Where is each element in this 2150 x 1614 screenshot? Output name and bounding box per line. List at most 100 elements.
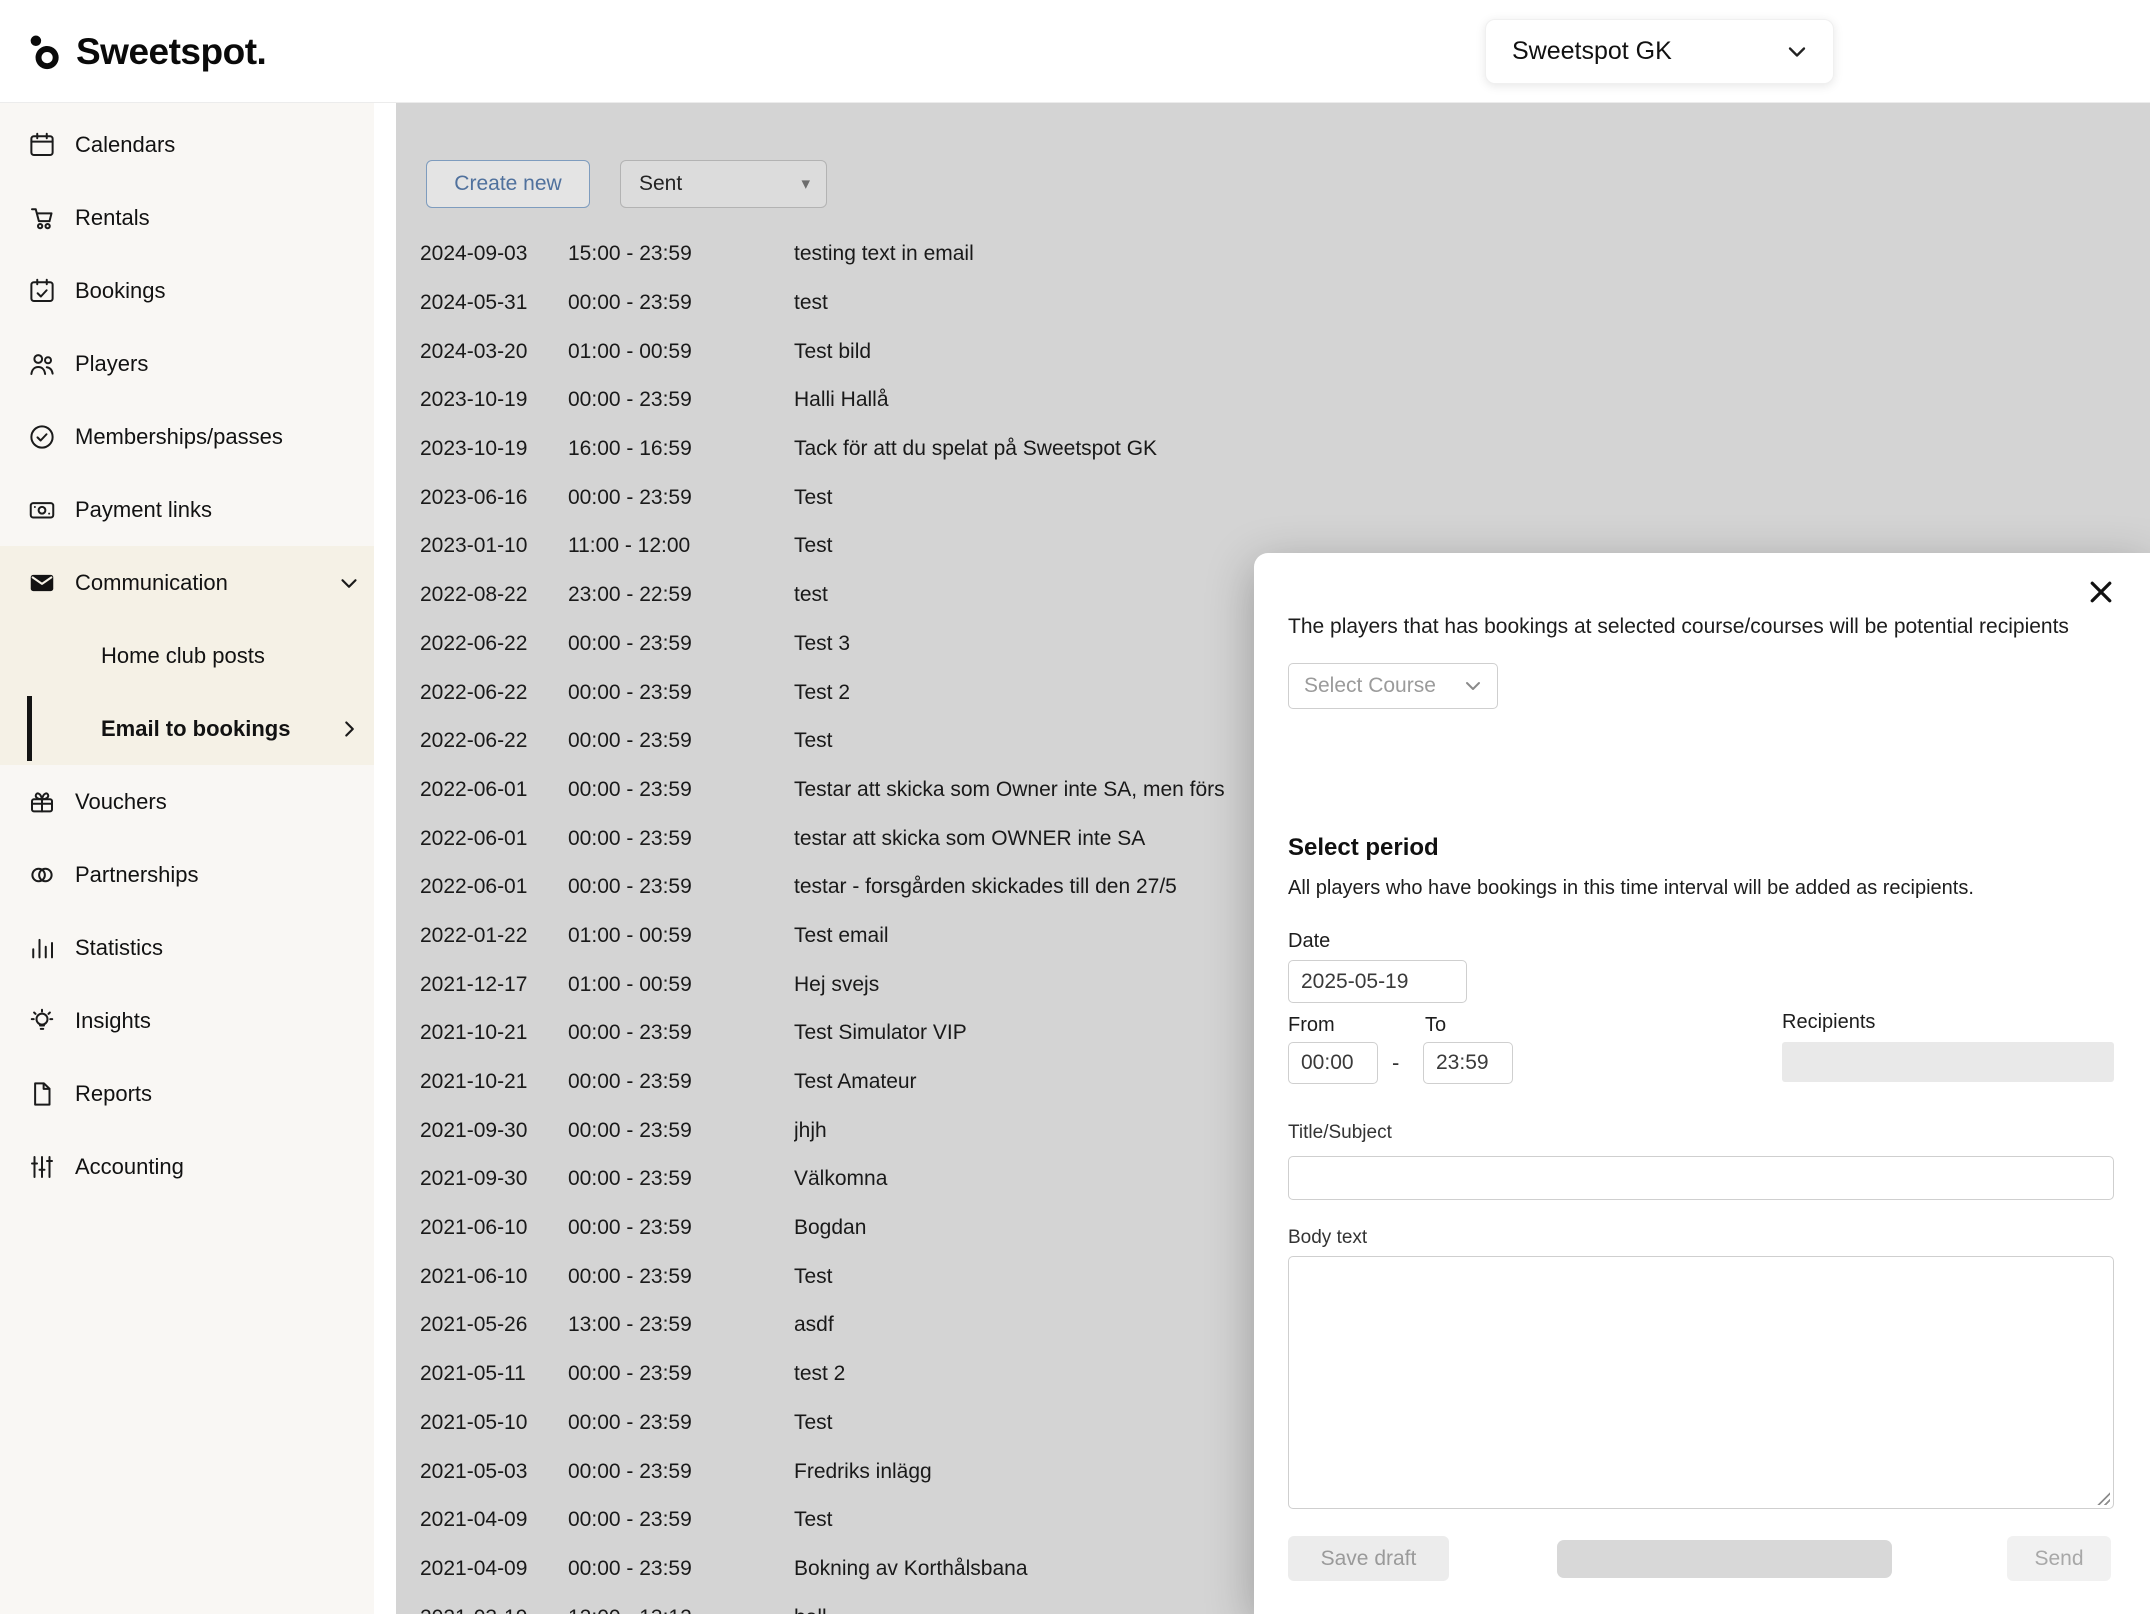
- sidebar-item-partnerships[interactable]: Partnerships: [0, 838, 374, 911]
- create-new-button[interactable]: Create new: [426, 160, 590, 208]
- app-root: Sweetspot. Sweetspot GK Calendars Rentals…: [0, 0, 2150, 1614]
- title-subject-label: Title/Subject: [1288, 1122, 1392, 1144]
- sidebar-item-home-club-posts[interactable]: Home club posts: [0, 619, 374, 692]
- email-date: 2021-05-26: [420, 1313, 568, 1337]
- email-time: 00:00 - 23:59: [568, 1167, 794, 1191]
- email-date: 2022-06-22: [420, 681, 568, 705]
- email-time: 00:00 - 23:59: [568, 875, 794, 899]
- date-input[interactable]: [1288, 960, 1467, 1003]
- email-row[interactable]: 2024-09-0315:00 - 23:59testing text in e…: [420, 230, 2150, 279]
- sidebar-item-label: Email to bookings: [101, 716, 290, 742]
- status-filter-dropdown[interactable]: Sent ▾: [620, 160, 827, 208]
- sidebar-item-label: Memberships/passes: [75, 424, 283, 450]
- email-date: 2024-03-20: [420, 340, 568, 364]
- sidebar-item-label: Players: [75, 351, 148, 377]
- email-time: 00:00 - 23:59: [568, 1557, 794, 1581]
- sidebar-item-label: Payment links: [75, 497, 212, 523]
- email-subject: Test: [794, 486, 2150, 510]
- email-date: 2021-10-21: [420, 1021, 568, 1045]
- sidebar-item-rentals[interactable]: Rentals: [0, 181, 374, 254]
- sidebar-item-memberships-passes[interactable]: Memberships/passes: [0, 400, 374, 473]
- email-date: 2021-05-11: [420, 1362, 568, 1386]
- email-date: 2023-10-19: [420, 388, 568, 412]
- send-button[interactable]: Send: [2007, 1536, 2111, 1581]
- memberships-icon: [27, 422, 57, 452]
- email-date: 2024-05-31: [420, 291, 568, 315]
- toolbar: Create new Sent ▾: [426, 160, 827, 208]
- email-date: 2021-05-03: [420, 1460, 568, 1484]
- reports-icon: [27, 1079, 57, 1109]
- email-time: 00:00 - 23:59: [568, 827, 794, 851]
- email-date: 2022-06-01: [420, 778, 568, 802]
- title-subject-input[interactable]: [1288, 1156, 2114, 1200]
- partnerships-icon: [27, 860, 57, 890]
- sidebar-item-accounting[interactable]: Accounting: [0, 1130, 374, 1203]
- sidebar-item-statistics[interactable]: Statistics: [0, 911, 374, 984]
- select-course-dropdown[interactable]: Select Course: [1288, 663, 1498, 709]
- body-text-textarea[interactable]: [1288, 1256, 2114, 1509]
- sidebar-item-calendars[interactable]: Calendars: [0, 108, 374, 181]
- select-period-info-text: All players who have bookings in this ti…: [1288, 877, 2108, 900]
- players-icon: [27, 349, 57, 379]
- time-range-separator: -: [1392, 1050, 1399, 1076]
- save-draft-button[interactable]: Save draft: [1288, 1536, 1449, 1581]
- email-subject: test: [794, 291, 2150, 315]
- email-date: 2022-06-01: [420, 827, 568, 851]
- bookings-icon: [27, 276, 57, 306]
- email-row[interactable]: 2023-10-1916:00 - 16:59Tack för att du s…: [420, 425, 2150, 474]
- payment-icon: [27, 495, 57, 525]
- email-time: 11:00 - 12:00: [568, 534, 794, 558]
- sidebar-item-communication[interactable]: Communication: [0, 546, 374, 619]
- sidebar-item-bookings[interactable]: Bookings: [0, 254, 374, 327]
- club-selector-dropdown[interactable]: Sweetspot GK: [1485, 19, 1834, 84]
- chevron-down-icon: [1783, 38, 1811, 66]
- sidebar-item-label: Rentals: [75, 205, 150, 231]
- sidebar-item-label: Calendars: [75, 132, 175, 158]
- email-time: 00:00 - 23:59: [568, 291, 794, 315]
- sidebar-item-label: Reports: [75, 1081, 152, 1107]
- email-time: 00:00 - 23:59: [568, 1021, 794, 1045]
- sidebar-item-insights[interactable]: Insights: [0, 984, 374, 1057]
- sidebar-item-vouchers[interactable]: Vouchers: [0, 765, 374, 838]
- email-date: 2023-10-19: [420, 437, 568, 461]
- email-time: 00:00 - 23:59: [568, 486, 794, 510]
- email-subject: Tack för att du spelat på Sweetspot GK: [794, 437, 2150, 461]
- sidebar-item-label: Home club posts: [101, 643, 265, 669]
- sweetspot-logo-icon: [24, 31, 66, 73]
- email-time: 23:00 - 22:59: [568, 583, 794, 607]
- select-period-heading: Select period: [1288, 834, 1439, 862]
- sidebar-item-label: Statistics: [75, 935, 163, 961]
- email-time: 00:00 - 23:59: [568, 1119, 794, 1143]
- email-time: 00:00 - 23:59: [568, 1508, 794, 1532]
- email-time: 00:00 - 23:59: [568, 1411, 794, 1435]
- email-time: 16:00 - 16:59: [568, 437, 794, 461]
- email-date: 2022-06-22: [420, 632, 568, 656]
- email-date: 2021-03-19: [420, 1606, 568, 1614]
- email-row[interactable]: 2023-10-1900:00 - 23:59Halli Hallå: [420, 376, 2150, 425]
- chevron-down-icon: [336, 570, 362, 596]
- email-row[interactable]: 2023-06-1600:00 - 23:59Test: [420, 473, 2150, 522]
- body-text-wrapper: [1288, 1256, 2114, 1509]
- email-date: 2022-06-01: [420, 875, 568, 899]
- from-time-input[interactable]: [1288, 1042, 1378, 1084]
- to-time-input[interactable]: [1423, 1042, 1513, 1084]
- top-header: Sweetspot. Sweetspot GK: [0, 0, 2150, 103]
- recipients-info-text: The players that has bookings at selecte…: [1288, 615, 2088, 639]
- email-date: 2021-10-21: [420, 1070, 568, 1094]
- email-date: 2021-12-17: [420, 973, 568, 997]
- email-row[interactable]: 2024-03-2001:00 - 00:59Test bild: [420, 327, 2150, 376]
- sidebar-item-email-to-bookings[interactable]: Email to bookings: [0, 692, 374, 765]
- email-row[interactable]: 2024-05-3100:00 - 23:59test: [420, 279, 2150, 328]
- sidebar-item-players[interactable]: Players: [0, 327, 374, 400]
- email-time: 00:00 - 23:59: [568, 632, 794, 656]
- sidebar-item-reports[interactable]: Reports: [0, 1057, 374, 1130]
- sweetspot-logo: Sweetspot.: [24, 0, 266, 103]
- footer-placeholder-bar: [1557, 1540, 1892, 1578]
- email-date: 2021-05-10: [420, 1411, 568, 1435]
- logo-text: Sweetspot.: [76, 31, 266, 73]
- email-time: 01:00 - 00:59: [568, 924, 794, 948]
- sidebar-item-label: Partnerships: [75, 862, 199, 888]
- close-icon[interactable]: [2082, 573, 2120, 611]
- sidebar-item-payment-links[interactable]: Payment links: [0, 473, 374, 546]
- calendar-icon: [27, 130, 57, 160]
